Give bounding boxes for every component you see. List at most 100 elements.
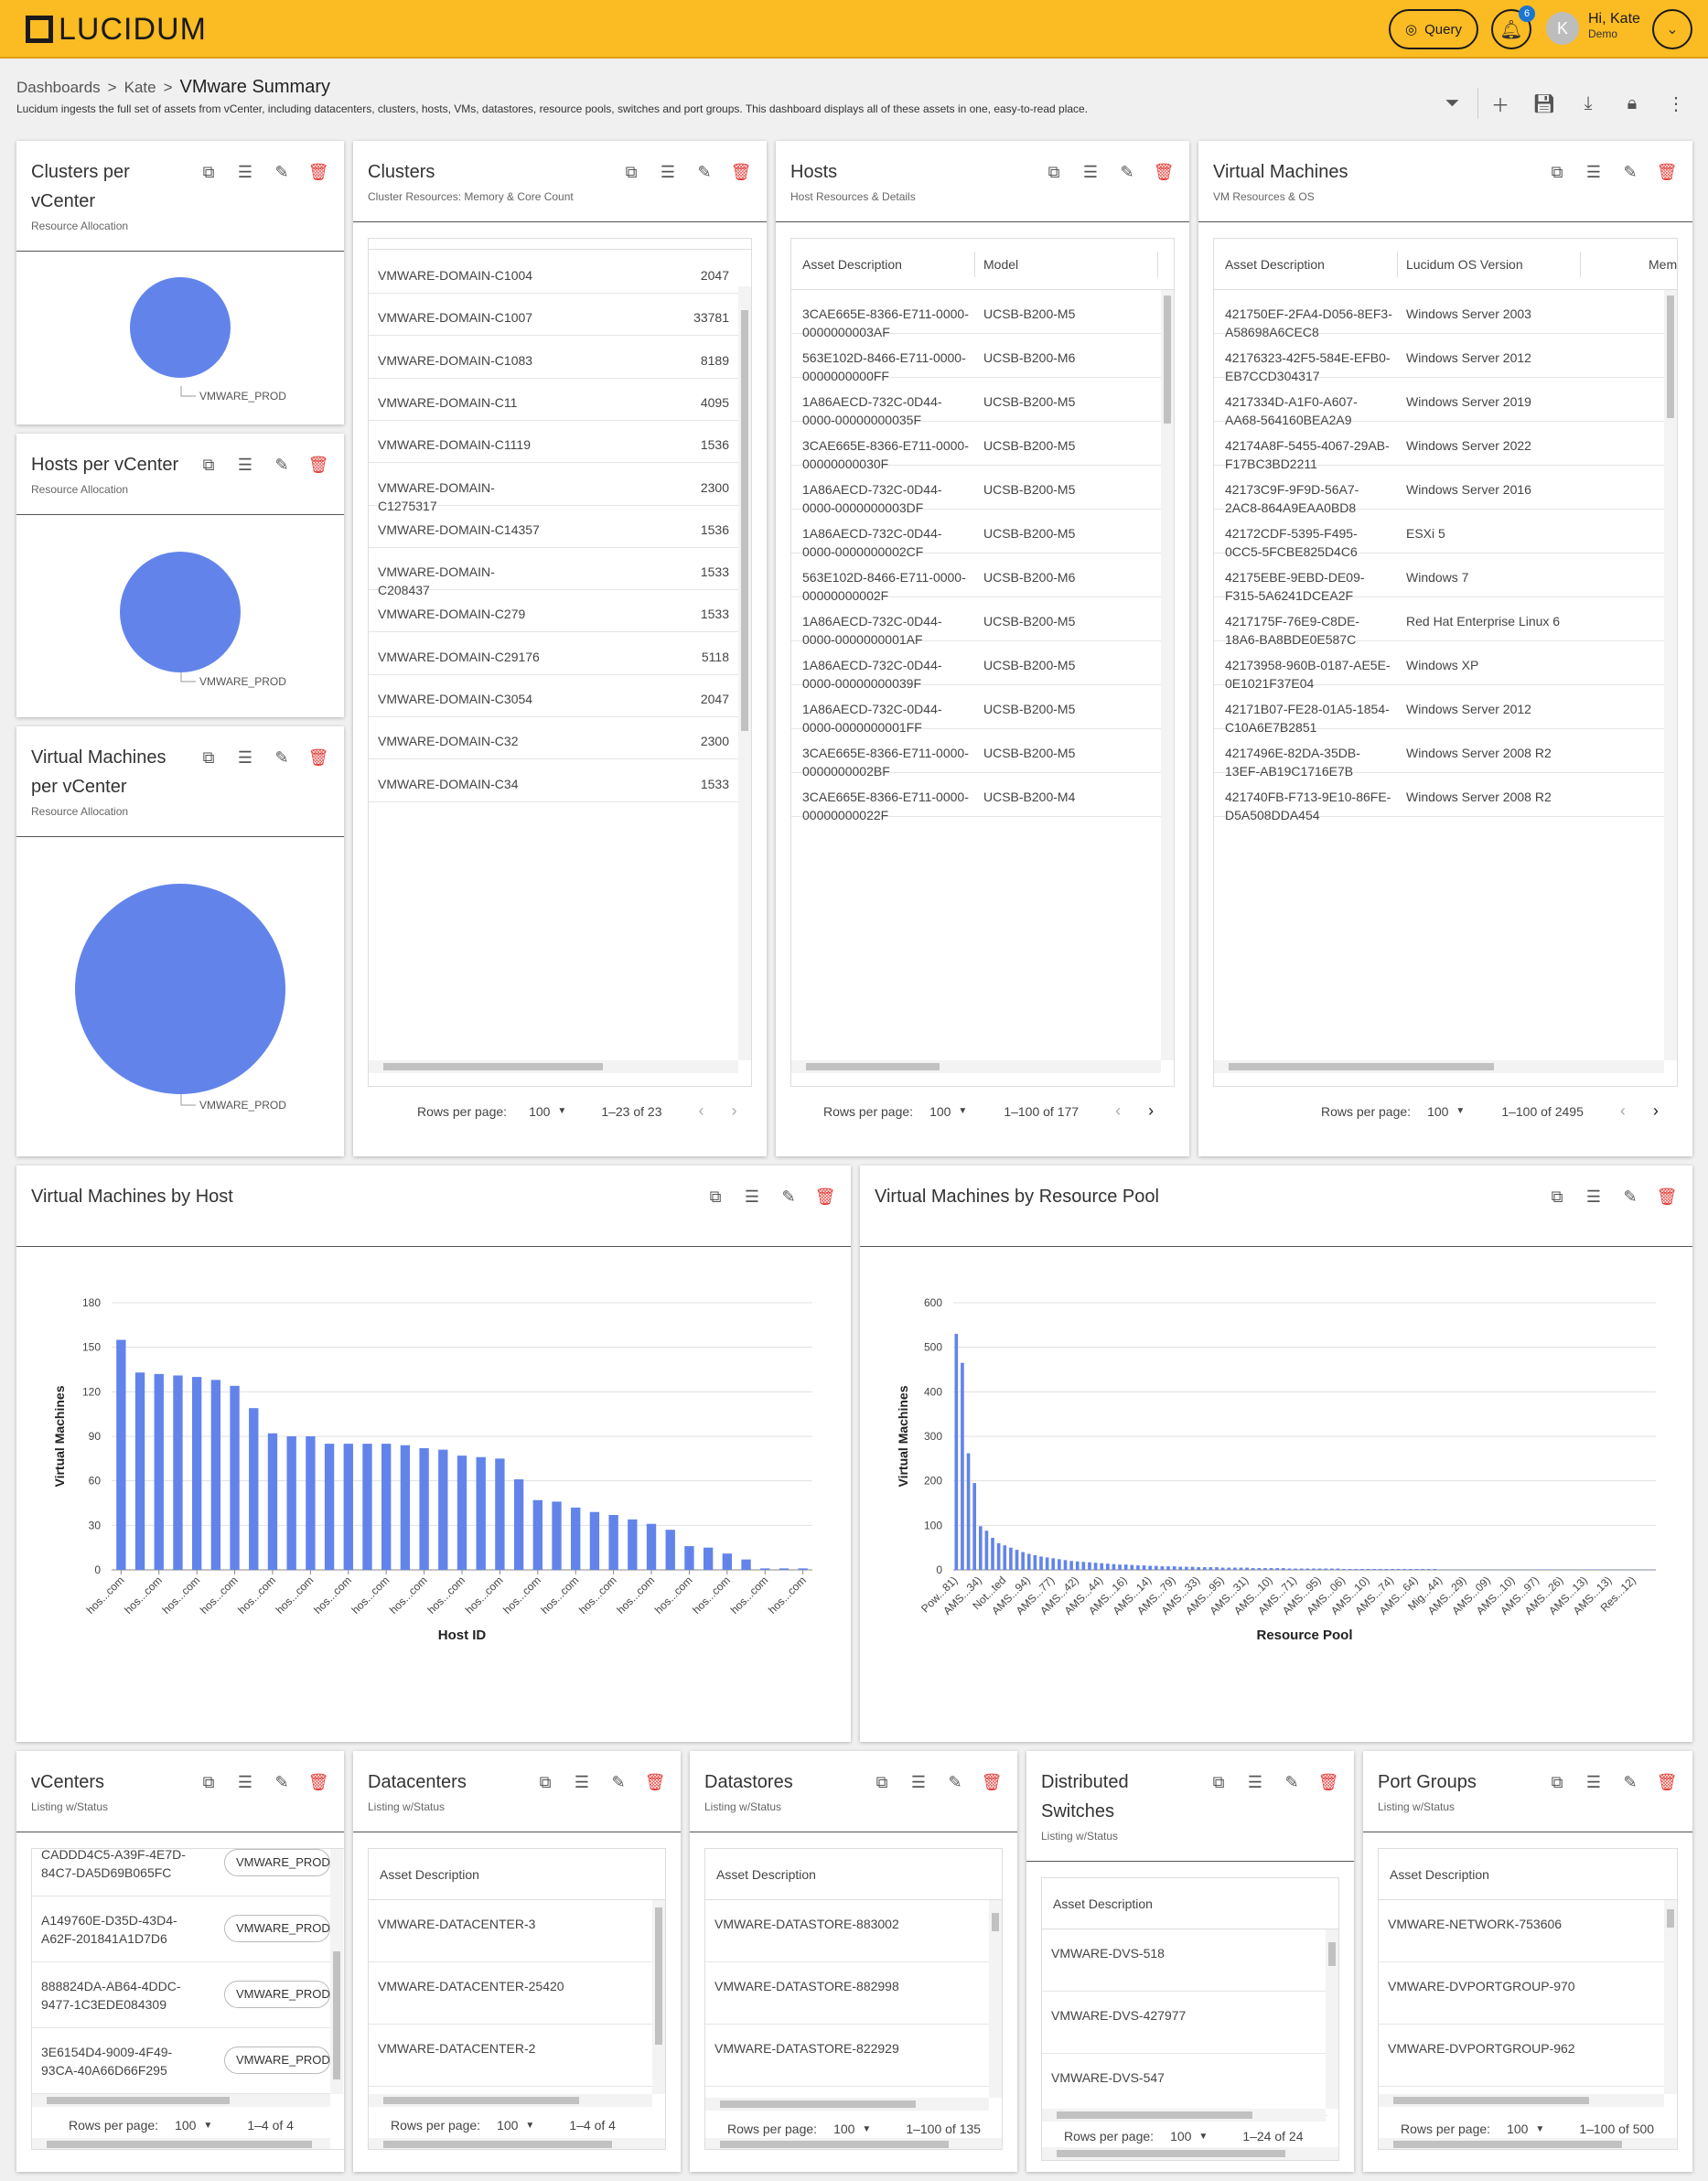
bar[interactable]: [984, 1531, 989, 1570]
table-row[interactable]: 4217175F-76E9-C8DE- 18A6-BA8BDE0E587C Red…: [1214, 597, 1664, 647]
scroll-thumb[interactable]: [383, 1063, 603, 1070]
rows-per-page-select[interactable]: 100: [929, 1104, 951, 1119]
table-row[interactable]: VMWARE-DATACENTER-25420: [369, 1962, 654, 2025]
bar[interactable]: [1233, 1567, 1237, 1570]
edit-button[interactable]: ✎: [1109, 159, 1145, 185]
delete-button[interactable]: 🗑︎: [637, 1769, 673, 1795]
scroll-thumb[interactable]: [383, 2097, 579, 2104]
bar[interactable]: [286, 1436, 296, 1570]
table-row[interactable]: VMWARE-DOMAIN-C3054 2047: [369, 675, 738, 717]
bar[interactable]: [1033, 1554, 1037, 1570]
vertical-scrollbar[interactable]: [1664, 290, 1677, 1060]
table-row[interactable]: 1A86AECD-732C-0D44- 0000-00000000039F UCS…: [791, 641, 1161, 691]
table-row[interactable]: VMWARE-DVS-547: [1042, 2054, 1327, 2116]
caret-down-icon[interactable]: ▼: [1535, 2124, 1544, 2134]
next-page-button[interactable]: ›: [1148, 1101, 1154, 1121]
lucidum-logo[interactable]: LUCIDUM: [26, 12, 207, 47]
bar[interactable]: [1348, 1569, 1352, 1570]
table-view-button[interactable]: ☰: [734, 1184, 770, 1209]
bar[interactable]: [154, 1373, 164, 1570]
bar[interactable]: [1197, 1567, 1200, 1570]
edit-button[interactable]: ✎: [1273, 1769, 1310, 1795]
bar[interactable]: [191, 1377, 202, 1570]
table-row[interactable]: VMWARE-DOMAIN-C1083 8189: [369, 337, 738, 379]
table-row[interactable]: 3CAE665E-8366-E711-0000- 00000000030F UCS…: [791, 422, 1161, 471]
bar[interactable]: [476, 1456, 486, 1570]
breadcrumb-kate[interactable]: Kate: [124, 79, 156, 97]
edit-button[interactable]: ✎: [686, 159, 723, 185]
bar[interactable]: [628, 1519, 638, 1570]
edit-button[interactable]: ✎: [263, 745, 300, 770]
outer-horizontal-scrollbar[interactable]: [1379, 2138, 1677, 2149]
copy-button[interactable]: ⧉: [1539, 1769, 1575, 1795]
copy-button[interactable]: ⧉: [697, 1184, 734, 1209]
bar[interactable]: [1317, 1568, 1322, 1570]
column-header-asset-description[interactable]: Asset Description: [1390, 1867, 1489, 1882]
vertical-scrollbar[interactable]: [989, 1900, 1002, 2098]
caret-down-icon[interactable]: ▼: [557, 1106, 566, 1116]
bar[interactable]: [1185, 1566, 1188, 1570]
bar[interactable]: [1257, 1568, 1262, 1570]
horizontal-scrollbar[interactable]: [1214, 1060, 1664, 1073]
bar[interactable]: [1329, 1568, 1334, 1570]
bar[interactable]: [1391, 1569, 1394, 1570]
scroll-thumb[interactable]: [741, 310, 748, 731]
scroll-thumb[interactable]: [806, 1063, 940, 1070]
bar[interactable]: [1178, 1566, 1183, 1570]
table-row[interactable]: 3CAE665E-8366-E711-0000- 00000000022F UCS…: [791, 773, 1161, 822]
bar[interactable]: [1384, 1569, 1389, 1570]
table-row[interactable]: VMWARE-DOMAIN-C29176 5118: [369, 633, 738, 675]
table-row[interactable]: 421750EF-2FA4-D056-8EF3- A58698A6CEC8 Win…: [1214, 290, 1664, 339]
bar[interactable]: [978, 1526, 983, 1570]
bar[interactable]: [1215, 1567, 1219, 1570]
bar[interactable]: [798, 1568, 808, 1570]
table-row[interactable]: 4217496E-82DA-35DB- 13EF-AB19C1716E7B Win…: [1214, 729, 1664, 779]
delete-button[interactable]: 🗑︎: [300, 745, 337, 770]
table-row[interactable]: VMWARE-DOMAIN-C34 1533: [369, 760, 738, 802]
bar[interactable]: [1154, 1565, 1158, 1570]
bar[interactable]: [1227, 1567, 1231, 1570]
bar[interactable]: [513, 1479, 524, 1570]
copy-button[interactable]: ⧉: [613, 159, 650, 185]
delete-button[interactable]: 🗑︎: [1649, 159, 1685, 185]
bar[interactable]: [1324, 1568, 1327, 1570]
bar[interactable]: [552, 1501, 562, 1570]
table-view-button[interactable]: ☰: [650, 159, 686, 185]
edit-button[interactable]: ✎: [263, 159, 300, 185]
table-row[interactable]: 563E102D-8466-E711-0000- 00000000002F UCS…: [791, 553, 1161, 603]
pie-slice[interactable]: [120, 552, 241, 672]
table-row[interactable]: VMWARE-DOMAIN- C208437 1533: [369, 548, 738, 597]
rows-per-page-select[interactable]: 100: [1427, 1104, 1448, 1119]
bar[interactable]: [1245, 1567, 1249, 1570]
delete-button[interactable]: 🗑︎: [1310, 1769, 1347, 1795]
column-header-memory[interactable]: Mem: [1649, 257, 1677, 272]
query-button[interactable]: ◎ Query: [1389, 9, 1478, 49]
bar[interactable]: [779, 1568, 790, 1570]
column-header-asset-description[interactable]: Asset Description: [802, 257, 902, 272]
table-view-button[interactable]: ☰: [1575, 159, 1612, 185]
vertical-scrollbar[interactable]: [652, 1900, 665, 2094]
column-header-asset-description[interactable]: Asset Description: [716, 1867, 816, 1882]
bar[interactable]: [1160, 1566, 1165, 1570]
bar[interactable]: [495, 1458, 505, 1570]
bar[interactable]: [343, 1444, 353, 1570]
bar[interactable]: [1123, 1564, 1128, 1570]
edit-button[interactable]: ✎: [1612, 159, 1649, 185]
delete-button[interactable]: 🗑︎: [973, 1769, 1010, 1795]
table-row[interactable]: VMWARE-DVPORTGROUP-970: [1379, 1962, 1666, 2025]
bar[interactable]: [1136, 1565, 1140, 1570]
bar[interactable]: [703, 1547, 714, 1570]
vertical-scrollbar[interactable]: [1161, 290, 1174, 1060]
bar[interactable]: [1312, 1568, 1316, 1570]
bar[interactable]: [1409, 1569, 1413, 1570]
delete-button[interactable]: 🗑︎: [1649, 1184, 1685, 1209]
table-view-button[interactable]: ☰: [1575, 1769, 1612, 1795]
bar[interactable]: [961, 1362, 964, 1570]
table-row[interactable]: VMWARE-NETWORK-753606: [1379, 1900, 1666, 1962]
copy-button[interactable]: ⧉: [190, 1769, 227, 1795]
bar[interactable]: [991, 1537, 994, 1570]
table-view-button[interactable]: ☰: [227, 745, 263, 770]
bar[interactable]: [1402, 1569, 1407, 1570]
table-row[interactable]: VMWARE-DOMAIN-C1119 1536: [369, 421, 738, 464]
caret-down-icon[interactable]: ▼: [1198, 2132, 1208, 2142]
